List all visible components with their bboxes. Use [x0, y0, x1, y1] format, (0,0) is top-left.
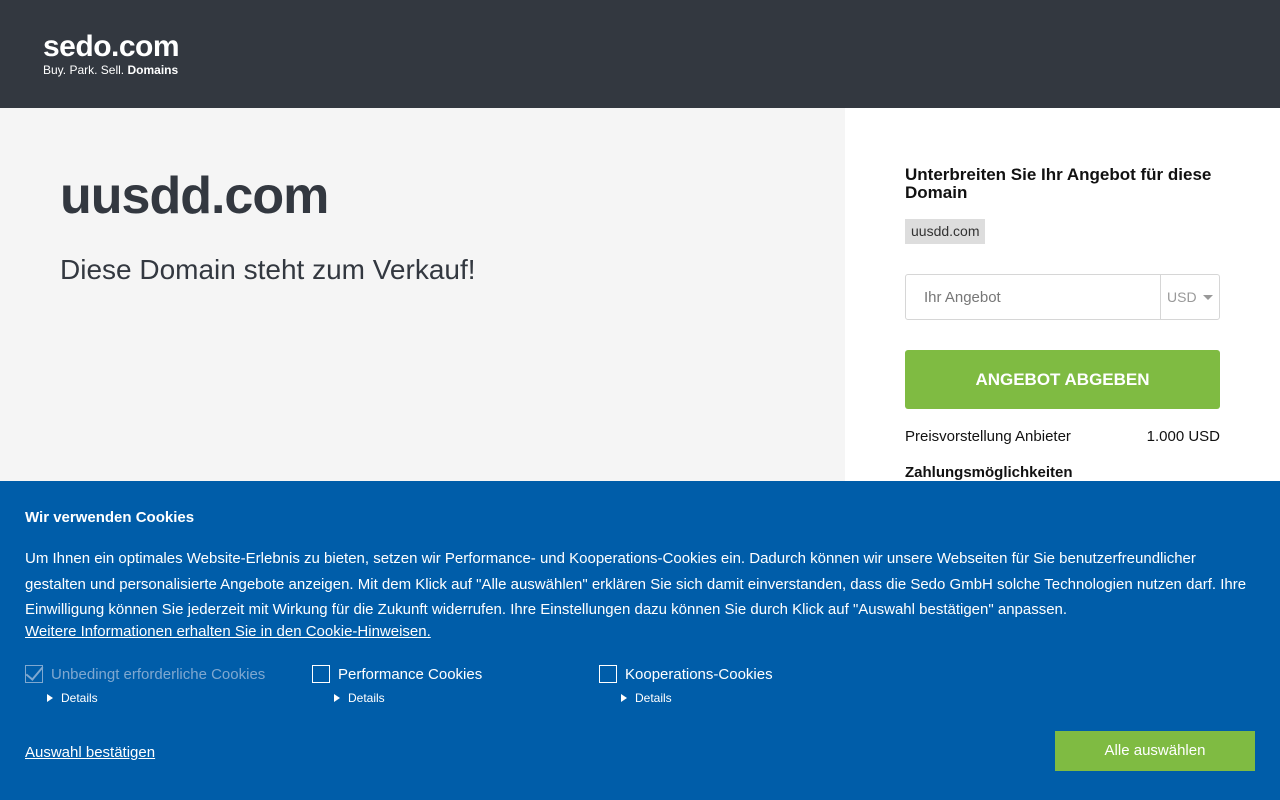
cookie-title: Wir verwenden Cookies — [25, 509, 195, 526]
details-label: Details — [348, 691, 385, 705]
domain-title: uusdd.com — [60, 167, 329, 225]
cookie-banner: Wir verwenden Cookies Um Ihnen ein optim… — [0, 481, 1280, 800]
logo-tagline-bold: Domains — [127, 63, 179, 77]
details-toggle-cooperation[interactable]: Details — [621, 691, 773, 705]
price-value: 1.000 USD — [1146, 428, 1220, 445]
chevron-down-icon — [1203, 295, 1213, 300]
checkbox-cooperation-label[interactable]: Kooperations-Cookies — [625, 666, 773, 683]
cookie-option-performance: Performance Cookies Details — [312, 663, 482, 705]
accept-all-button[interactable]: Alle auswählen — [1055, 731, 1255, 771]
sedo-logo[interactable]: sedo.com Buy. Park. Sell. Domains — [43, 30, 180, 78]
offer-amount-input[interactable] — [906, 275, 1160, 319]
details-toggle-necessary[interactable]: Details — [47, 691, 265, 705]
header: sedo.com Buy. Park. Sell. Domains — [0, 0, 1280, 108]
currency-value: USD — [1167, 289, 1197, 305]
domain-subtitle: Diese Domain steht zum Verkauf! — [60, 254, 476, 285]
logo-tagline-prefix: Buy. Park. Sell. — [43, 63, 125, 77]
checkbox-cooperation[interactable] — [599, 665, 617, 683]
cookie-option-cooperation: Kooperations-Cookies Details — [599, 663, 773, 705]
logo-tagline: Buy. Park. Sell. Domains — [43, 63, 179, 77]
domain-badge: uusdd.com — [905, 219, 986, 244]
checkbox-performance-label[interactable]: Performance Cookies — [338, 666, 482, 683]
price-label: Preisvorstellung Anbieter — [905, 428, 1071, 445]
disclosure-triangle-icon — [334, 694, 340, 702]
cookie-text: Um Ihnen ein optimales Website-Erlebnis … — [25, 550, 1247, 618]
checkbox-necessary — [25, 665, 43, 683]
domain-hero: uusdd.com Diese Domain steht zum Verkauf… — [0, 108, 845, 481]
currency-select[interactable]: USD — [1160, 275, 1219, 319]
disclosure-triangle-icon — [47, 694, 53, 702]
details-toggle-performance[interactable]: Details — [334, 691, 482, 705]
confirm-selection-link[interactable]: Auswahl bestätigen — [25, 744, 155, 761]
checkbox-necessary-label: Unbedingt erforderliche Cookies — [51, 665, 266, 683]
cookie-info-link[interactable]: Weitere Informationen erhalten Sie in de… — [25, 623, 431, 640]
details-label: Details — [635, 691, 672, 705]
offer-heading: Unterbreiten Sie Ihr Angebot für diese D… — [905, 165, 1212, 202]
offer-input-group: USD — [905, 274, 1220, 320]
details-label: Details — [61, 691, 98, 705]
payment-options-heading: Zahlungsmöglichkeiten — [905, 464, 1073, 481]
logo-wordmark: sedo.com — [43, 30, 180, 63]
offer-panel: Unterbreiten Sie Ihr Angebot für diese D… — [845, 108, 1280, 481]
disclosure-triangle-icon — [621, 694, 627, 702]
checkbox-performance[interactable] — [312, 665, 330, 683]
submit-offer-button[interactable]: ANGEBOT ABGEBEN — [905, 350, 1220, 409]
cookie-option-necessary: Unbedingt erforderliche Cookies Details — [25, 663, 265, 705]
